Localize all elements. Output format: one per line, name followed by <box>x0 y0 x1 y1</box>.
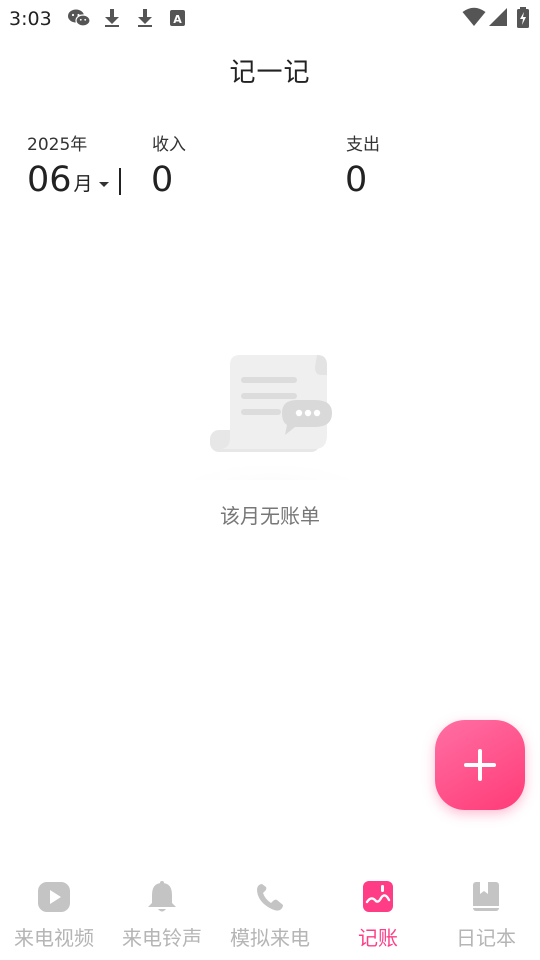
wifi-icon <box>462 7 486 26</box>
divider <box>119 168 121 195</box>
nav-item-call-video[interactable]: 来电视频 <box>0 872 108 960</box>
svg-text:A: A <box>173 13 182 26</box>
income-label: 收入 <box>152 135 186 155</box>
expense-value: 0 <box>345 160 368 200</box>
empty-message: 该月无账单 <box>220 504 320 528</box>
empty-bill-illustration <box>177 355 367 480</box>
month-unit: 月 <box>73 173 93 195</box>
bell-icon <box>148 881 176 912</box>
play-icon <box>38 882 70 912</box>
nav-item-diary[interactable]: 日记本 <box>432 872 540 960</box>
ledger-icon <box>363 881 393 912</box>
bottom-nav: 来电视频 来电铃声 模拟来电 记账 日记本 <box>0 872 540 960</box>
nav-label: 模拟来电 <box>230 926 310 950</box>
status-bar: 3:03 A <box>0 0 540 36</box>
signal-icon <box>489 8 507 26</box>
nav-item-bookkeeping[interactable]: 记账 <box>324 872 432 960</box>
book-icon <box>473 882 499 911</box>
text-app-icon: A <box>170 10 185 26</box>
nav-item-fake-call[interactable]: 模拟来电 <box>216 872 324 960</box>
add-record-button[interactable] <box>435 720 525 810</box>
month-selector[interactable]: 06 月 <box>27 158 109 202</box>
plus-icon <box>464 749 496 781</box>
month-value: 06 <box>27 160 72 200</box>
nav-label: 来电铃声 <box>122 926 202 950</box>
caret-down-icon[interactable] <box>98 182 109 187</box>
download-icon <box>105 9 119 27</box>
download-icon <box>138 9 152 27</box>
screen: 3:03 A 记一记 2025年 06 月 收入 0 支出 0 该月无账单 来电… <box>0 0 540 960</box>
page-title: 记一记 <box>229 58 311 88</box>
expense-label: 支出 <box>346 135 380 155</box>
status-time: 3:03 <box>9 8 52 30</box>
year-label: 2025年 <box>27 135 88 155</box>
nav-item-ringtone[interactable]: 来电铃声 <box>108 872 216 960</box>
income-value: 0 <box>151 160 174 200</box>
nav-label: 日记本 <box>456 926 516 950</box>
nav-label: 来电视频 <box>14 926 94 950</box>
wechat-icon <box>68 9 91 27</box>
phone-icon <box>257 884 283 911</box>
nav-label: 记账 <box>358 926 398 950</box>
battery-charging-icon <box>517 7 529 28</box>
